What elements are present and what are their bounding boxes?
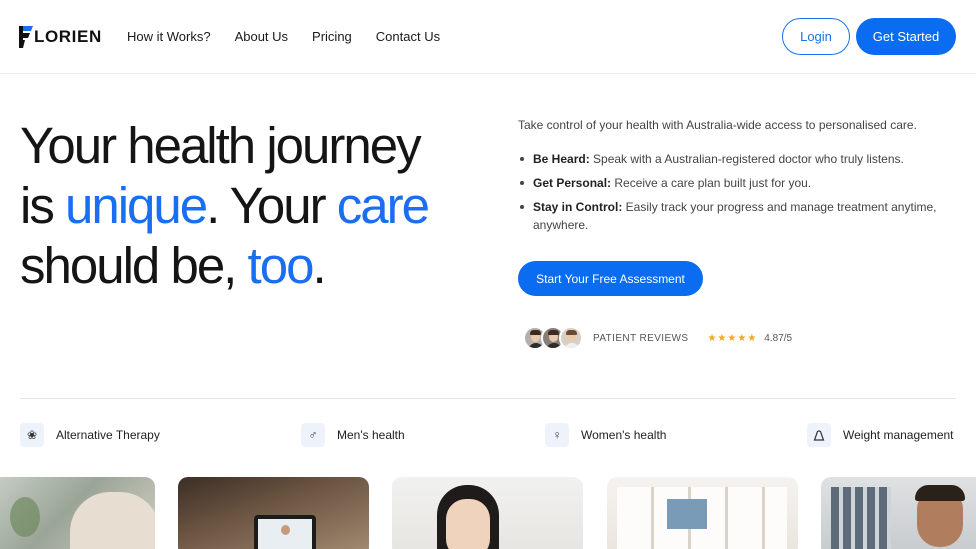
site-header: LORIEN How it Works? About Us Pricing Co… bbox=[0, 0, 976, 74]
login-button[interactable]: Login bbox=[782, 18, 850, 55]
category-label: Alternative Therapy bbox=[56, 428, 160, 442]
hero-title-text: should be, bbox=[20, 237, 248, 294]
rating-stars-icon: ★★★★★ bbox=[707, 332, 758, 344]
category-womens-health[interactable]: ♀ Women's health bbox=[545, 423, 666, 447]
brand-name: LORIEN bbox=[34, 27, 102, 46]
benefit-item: Stay in Control: Easily track your progr… bbox=[518, 198, 948, 234]
benefit-text: Receive a care plan built just for you. bbox=[611, 176, 812, 190]
benefit-title: Stay in Control: bbox=[533, 200, 623, 214]
hero-intro: Take control of your health with Austral… bbox=[518, 118, 917, 132]
hero-title-highlight: unique bbox=[65, 177, 208, 234]
section-divider bbox=[20, 398, 956, 399]
benefit-title: Get Personal: bbox=[533, 176, 612, 190]
benefit-text: Speak with a Australian-registered docto… bbox=[589, 152, 904, 166]
hero-title-highlight: care bbox=[336, 177, 430, 234]
reviews-label: PATIENT REVIEWS bbox=[593, 332, 689, 344]
category-mens-health[interactable]: ♂ Men's health bbox=[301, 423, 405, 447]
hero-title-text: is bbox=[20, 177, 65, 234]
avatar bbox=[559, 326, 583, 350]
get-started-button[interactable]: Get Started bbox=[856, 18, 956, 55]
category-label: Women's health bbox=[581, 428, 667, 442]
category-label: Weight management bbox=[843, 428, 954, 442]
logo-mark-icon bbox=[19, 26, 33, 48]
image-card-support-agent[interactable] bbox=[392, 477, 583, 549]
image-card-clinic[interactable] bbox=[607, 477, 798, 549]
image-card-consultation[interactable] bbox=[0, 477, 155, 549]
hero-title-text: . Your bbox=[206, 177, 337, 234]
nav-how-it-works[interactable]: How it Works? bbox=[127, 29, 211, 44]
female-symbol-icon: ♀ bbox=[545, 423, 569, 447]
male-symbol-icon: ♂ bbox=[301, 423, 325, 447]
hero-title-line1: Your health journey bbox=[20, 117, 422, 174]
benefits-list: Be Heard: Speak with a Australian-regist… bbox=[518, 150, 948, 240]
weight-icon bbox=[807, 423, 831, 447]
patient-reviews: PATIENT REVIEWS ★★★★★ 4.87/5 bbox=[523, 325, 792, 351]
image-card-telehealth[interactable] bbox=[178, 477, 369, 549]
hero-title-text: . bbox=[312, 237, 326, 294]
image-card-doctor[interactable] bbox=[821, 477, 976, 549]
category-alternative-therapy[interactable]: ❀ Alternative Therapy bbox=[20, 423, 160, 447]
rating-score: 4.87/5 bbox=[764, 332, 793, 344]
benefit-item: Get Personal: Receive a care plan built … bbox=[518, 174, 948, 192]
reviewer-avatars bbox=[523, 326, 583, 350]
brand-logo[interactable]: LORIEN bbox=[19, 25, 102, 49]
main-nav: How it Works? About Us Pricing Contact U… bbox=[127, 29, 464, 44]
hero-title-highlight: too bbox=[247, 237, 315, 294]
category-weight-management[interactable]: Weight management bbox=[807, 423, 954, 447]
nav-contact-us[interactable]: Contact Us bbox=[376, 29, 440, 44]
nav-pricing[interactable]: Pricing bbox=[312, 29, 352, 44]
category-label: Men's health bbox=[337, 428, 405, 442]
flower-icon: ❀ bbox=[20, 423, 44, 447]
nav-about-us[interactable]: About Us bbox=[235, 29, 288, 44]
start-assessment-button[interactable]: Start Your Free Assessment bbox=[518, 261, 703, 296]
benefit-title: Be Heard: bbox=[533, 152, 590, 166]
benefit-item: Be Heard: Speak with a Australian-regist… bbox=[518, 150, 948, 168]
hero-title: Your health journey is unique. Your care… bbox=[20, 116, 490, 296]
